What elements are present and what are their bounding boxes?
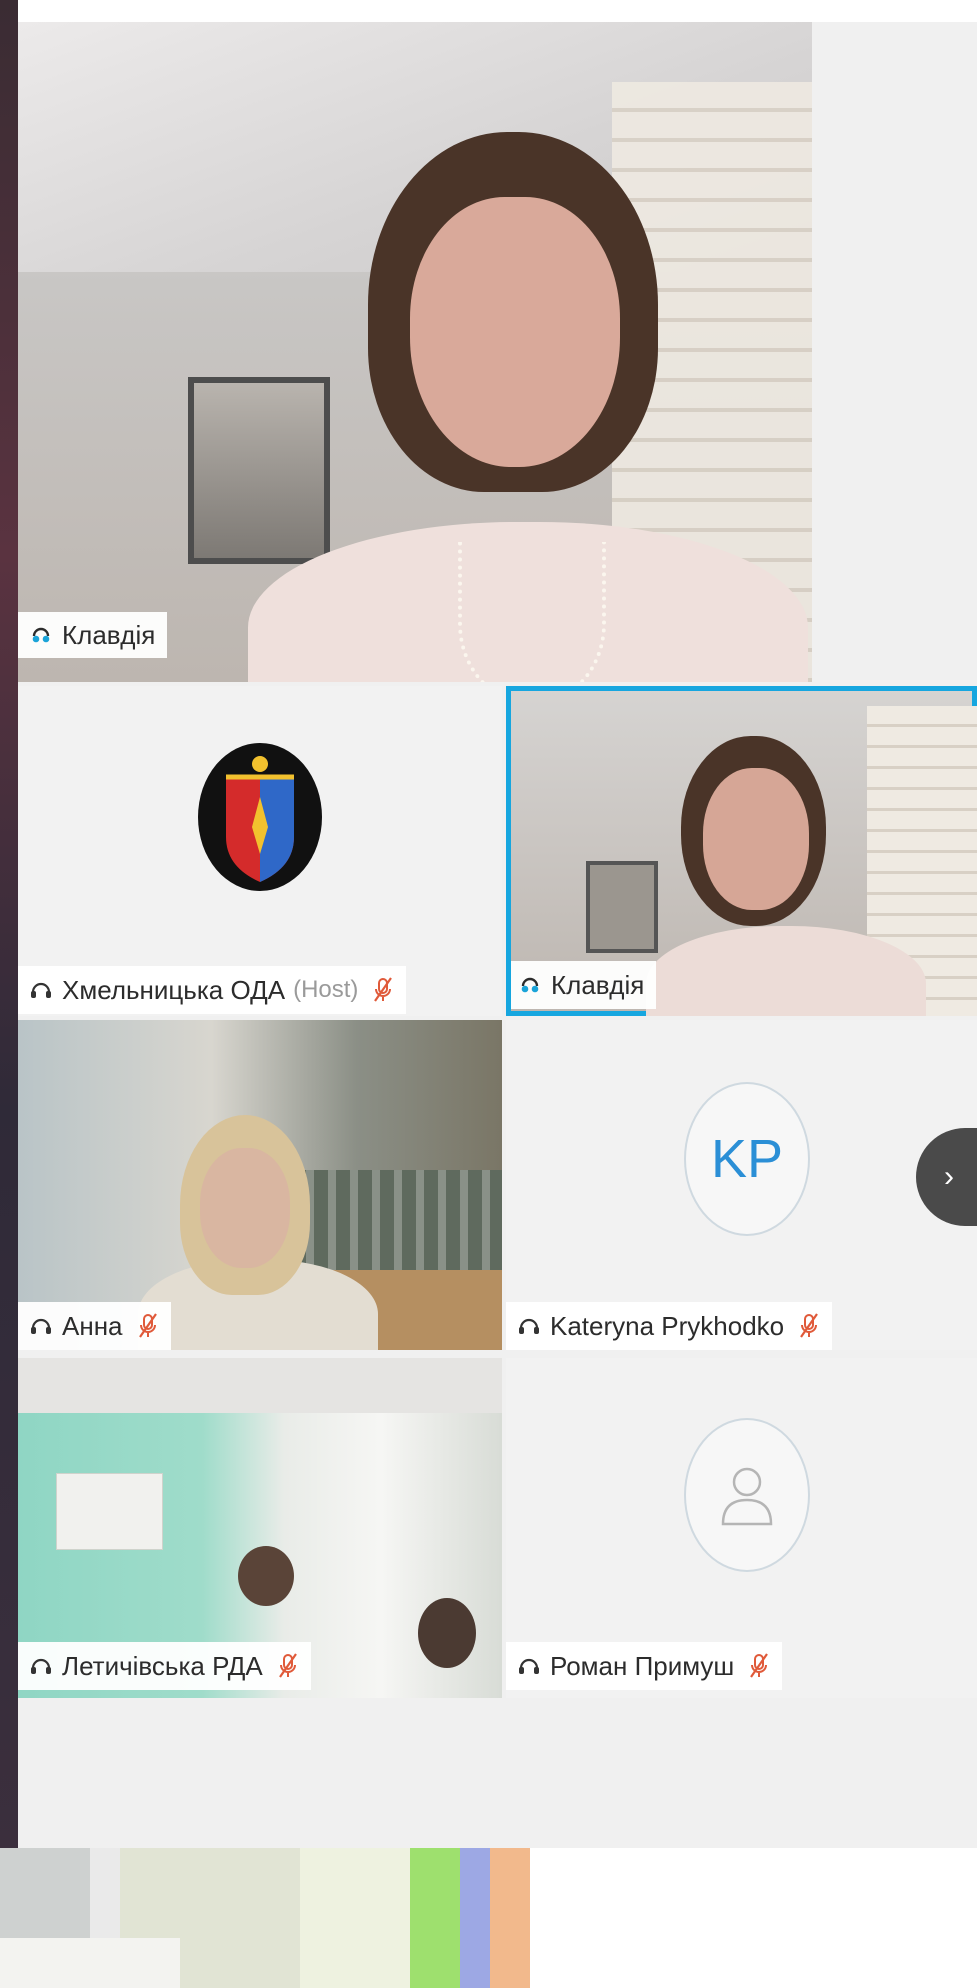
muted-mic-icon [138,1313,157,1338]
participant-name: Роман Примуш [550,1650,735,1681]
participant-tile-host[interactable]: Хмельницька ОДА (Host) [18,686,502,1016]
participant-name-label: Клавдія [18,612,168,658]
pearl-necklace [458,542,606,682]
participant-name-label: Летичівська РДА [18,1642,311,1690]
participant-name: Kateryna Prykhodko [550,1310,785,1341]
participant-name-label: Клавдія [511,961,657,1009]
headset-icon [31,1318,51,1334]
participant-name-label: Роман Примуш [506,1642,783,1690]
participant-name: Летичівська РДА [62,1650,263,1681]
headset-icon [31,1658,51,1674]
participant-name-label: Анна [18,1302,171,1350]
chevron-right-icon: › [944,1160,954,1193]
wall-poster [56,1473,163,1550]
top-band [18,0,977,22]
participant-tile-anna[interactable]: Анна [18,1020,502,1350]
participant-name: Хмельницька ОДА [62,974,286,1005]
participant-name-label: Хмельницька ОДА (Host) [18,966,407,1014]
bottom-blank-area [530,1848,977,1988]
muted-mic-icon [374,977,393,1002]
speaker-face [703,768,809,910]
active-speaker-video[interactable]: Клавдія [18,22,812,682]
initials-avatar: KP [684,1082,810,1236]
participant-tile-kateryna[interactable]: KP Kateryna Prykhodko [506,1020,977,1350]
speaker-face [410,197,620,467]
person-head [418,1598,476,1668]
speaking-icon [521,977,539,993]
coat-of-arms-icon [198,743,322,891]
participant-name-label: Kateryna Prykhodko [506,1302,833,1350]
host-badge: (Host) [293,976,359,1003]
participant-name: Клавдія [551,969,645,1000]
muted-mic-icon [750,1653,769,1678]
participant-tile-letychiv[interactable]: Летичівська РДА [18,1358,502,1698]
background-object [0,1938,180,1988]
wall-picture [188,377,330,564]
participant-name: Клавдія [62,619,156,650]
participant-tile-roman[interactable]: Роман Примуш [506,1358,977,1698]
muted-mic-icon [800,1313,819,1338]
participant-tile-self[interactable]: Клавдія [506,686,977,1016]
default-avatar [684,1418,810,1572]
headset-icon [519,1658,539,1674]
speaking-icon [32,627,50,643]
headset-icon [519,1318,539,1334]
avatar-initials: KP [710,1129,784,1189]
background-screen-strip [0,1848,530,1988]
room-ceiling [18,1358,502,1413]
person-head [238,1546,294,1606]
participant-face [200,1148,290,1268]
participant-name: Анна [62,1310,123,1341]
left-background-strip [0,0,18,1848]
muted-mic-icon [278,1653,297,1678]
wall-picture [586,861,658,953]
user-icon [721,1467,773,1526]
headset-icon [31,982,51,998]
